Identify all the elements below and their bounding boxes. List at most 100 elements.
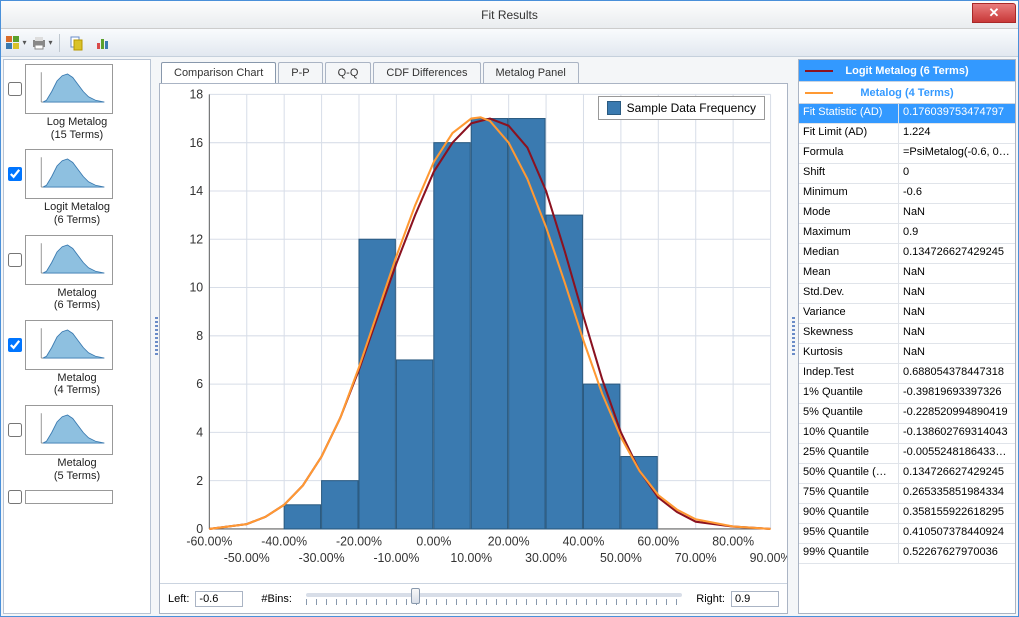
stat-value: NaN	[899, 304, 1015, 323]
stat-row[interactable]: Formula=PsiMetalog(-0.6, 0.9…	[799, 144, 1015, 164]
stat-row[interactable]: 50% Quantile (Me…0.134726627429245	[799, 464, 1015, 484]
stat-value: 0.134726627429245	[899, 244, 1015, 263]
tab[interactable]: Q-Q	[325, 62, 372, 83]
stat-row[interactable]: Minimum-0.6	[799, 184, 1015, 204]
stat-row[interactable]: 10% Quantile-0.138602769314043	[799, 424, 1015, 444]
distribution-list[interactable]: Log Metalog(15 Terms) Logit Metalog(6 Te…	[3, 59, 151, 614]
stat-label: Minimum	[799, 184, 899, 203]
tab[interactable]: Comparison Chart	[161, 62, 276, 83]
stat-row[interactable]: Fit Statistic (AD)0.176039753474797	[799, 104, 1015, 124]
app-menu-button[interactable]: ▾	[5, 32, 27, 54]
svg-text:-10.00%: -10.00%	[373, 551, 419, 565]
stat-value: 0.176039753474797	[899, 104, 1015, 123]
stat-row[interactable]: ModeNaN	[799, 204, 1015, 224]
stat-row[interactable]: VarianceNaN	[799, 304, 1015, 324]
stat-value: 0.52267627970036	[899, 544, 1015, 563]
stat-label: 25% Quantile	[799, 444, 899, 463]
bar-chart-icon	[95, 35, 111, 51]
copy-button[interactable]	[66, 32, 88, 54]
stats-header-primary[interactable]: Logit Metalog (6 Terms)	[799, 60, 1015, 82]
stat-value: NaN	[899, 264, 1015, 283]
right-label: Right:	[696, 593, 725, 605]
stat-row[interactable]: Fit Limit (AD)1.224	[799, 124, 1015, 144]
slider-ticks	[306, 599, 682, 605]
left-label: Left:	[168, 593, 189, 605]
svg-text:10.00%: 10.00%	[450, 551, 492, 565]
stat-value: -0.138602769314043	[899, 424, 1015, 443]
svg-text:14: 14	[189, 184, 203, 198]
right-input[interactable]	[731, 591, 779, 607]
thumb-checkbox[interactable]	[8, 490, 22, 504]
stat-value: 0.134726627429245	[899, 464, 1015, 483]
thumb-checkbox[interactable]	[8, 167, 22, 181]
stat-label: Formula	[799, 144, 899, 163]
svg-text:30.00%: 30.00%	[525, 551, 567, 565]
svg-text:4: 4	[196, 425, 203, 439]
stat-row[interactable]: SkewnessNaN	[799, 324, 1015, 344]
chevron-down-icon: ▾	[22, 38, 26, 47]
close-button[interactable]: ✕	[972, 3, 1016, 23]
stats-table[interactable]: Fit Statistic (AD)0.176039753474797Fit L…	[799, 104, 1015, 613]
stat-row[interactable]: MeanNaN	[799, 264, 1015, 284]
body: Log Metalog(15 Terms) Logit Metalog(6 Te…	[1, 57, 1018, 616]
stats-header-secondary[interactable]: Metalog (4 Terms)	[799, 82, 1015, 104]
thumb-preview	[25, 405, 113, 455]
thumb-checkbox[interactable]	[8, 338, 22, 352]
thumb-item[interactable]: Log Metalog(15 Terms)	[6, 64, 148, 141]
thumb-item[interactable]: Metalog(6 Terms)	[6, 235, 148, 312]
stat-row[interactable]: Shift0	[799, 164, 1015, 184]
thumb-checkbox[interactable]	[8, 82, 22, 96]
stat-row[interactable]: 75% Quantile0.265335851984334	[799, 484, 1015, 504]
stat-row[interactable]: 5% Quantile-0.228520994890419	[799, 404, 1015, 424]
stat-label: Mean	[799, 264, 899, 283]
close-icon: ✕	[989, 5, 1000, 21]
legend-label: Sample Data Frequency	[627, 101, 756, 115]
thumb-checkbox[interactable]	[8, 253, 22, 267]
thumb-checkbox[interactable]	[8, 423, 22, 437]
stat-row[interactable]: Indep.Test0.688054378447318	[799, 364, 1015, 384]
svg-text:0.00%: 0.00%	[416, 535, 451, 549]
copy-icon	[69, 35, 85, 51]
tab[interactable]: CDF Differences	[373, 62, 480, 83]
svg-text:-50.00%: -50.00%	[224, 551, 270, 565]
stat-label: Median	[799, 244, 899, 263]
stat-label: Variance	[799, 304, 899, 323]
thumb-preview	[25, 490, 113, 504]
stat-row[interactable]: Maximum0.9	[799, 224, 1015, 244]
svg-text:-40.00%: -40.00%	[261, 535, 307, 549]
stat-label: Fit Limit (AD)	[799, 124, 899, 143]
stat-row[interactable]: 25% Quantile-0.005524818643307…	[799, 444, 1015, 464]
thumb-preview	[25, 149, 113, 199]
print-icon	[31, 35, 47, 51]
stat-label: Fit Statistic (AD)	[799, 104, 899, 123]
tab[interactable]: P-P	[278, 62, 322, 83]
thumb-preview	[25, 320, 113, 370]
stat-row[interactable]: Std.Dev.NaN	[799, 284, 1015, 304]
stat-row[interactable]: 1% Quantile-0.39819693397326	[799, 384, 1015, 404]
stat-value: NaN	[899, 344, 1015, 363]
svg-text:16: 16	[189, 136, 203, 150]
stat-row[interactable]: KurtosisNaN	[799, 344, 1015, 364]
chart-type-button[interactable]	[92, 32, 114, 54]
stat-row[interactable]: 99% Quantile0.52267627970036	[799, 544, 1015, 564]
thumb-item[interactable]: Logit Metalog(6 Terms)	[6, 149, 148, 226]
splitter-right[interactable]	[790, 57, 796, 616]
thumb-preview	[25, 235, 113, 285]
stat-row[interactable]: Median0.134726627429245	[799, 244, 1015, 264]
center-panel: Comparison ChartP-PQ-QCDF DifferencesMet…	[159, 59, 790, 614]
left-input[interactable]	[195, 591, 243, 607]
tab[interactable]: Metalog Panel	[483, 62, 579, 83]
thumb-item[interactable]: Metalog(5 Terms)	[6, 405, 148, 482]
svg-text:40.00%: 40.00%	[563, 535, 605, 549]
stat-label: Mode	[799, 204, 899, 223]
slider-thumb[interactable]	[411, 588, 420, 604]
stat-label: Shift	[799, 164, 899, 183]
thumb-item[interactable]: Metalog(4 Terms)	[6, 320, 148, 397]
thumb-label: Metalog(6 Terms)	[54, 287, 100, 312]
stat-row[interactable]: 95% Quantile0.410507378440924	[799, 524, 1015, 544]
stat-label: 1% Quantile	[799, 384, 899, 403]
stat-row[interactable]: 90% Quantile0.358155922618295	[799, 504, 1015, 524]
bins-slider[interactable]	[298, 593, 690, 605]
print-button[interactable]: ▾	[31, 32, 53, 54]
titlebar: Fit Results ✕	[1, 1, 1018, 29]
